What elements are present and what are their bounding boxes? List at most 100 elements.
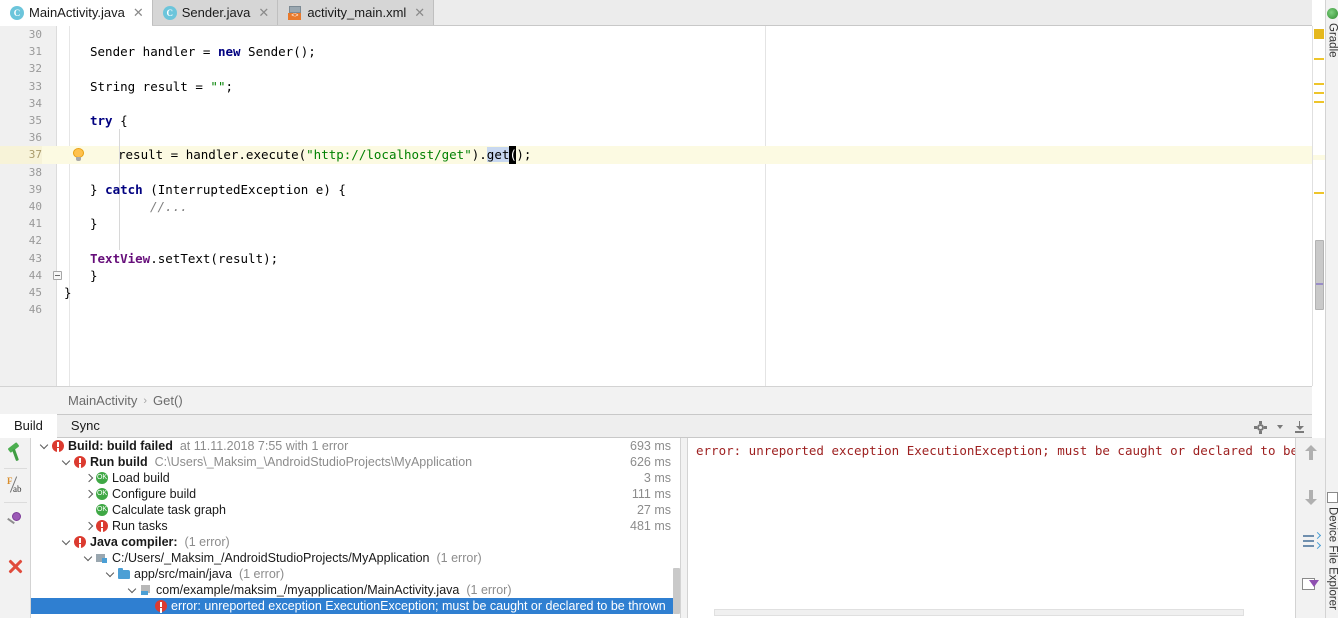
- tree-node-detail: at 11.11.2018 7:55 with 1 error: [179, 439, 349, 453]
- code-fold-marker-icon[interactable]: [53, 271, 62, 280]
- chevron-down-icon[interactable]: [1277, 425, 1283, 429]
- editor-tab-mainactivity-java[interactable]: C MainActivity.java ✕: [0, 0, 153, 26]
- warning-marker[interactable]: [1314, 192, 1324, 194]
- tab-build[interactable]: Build: [0, 414, 57, 438]
- build-action-rail: F ab: [0, 438, 31, 618]
- tree-node-label: app/src/main/java: [134, 567, 232, 581]
- line-number: 38: [28, 165, 42, 179]
- android-studio-window: C MainActivity.java ✕ C Sender.java ✕ <>…: [0, 0, 1338, 618]
- chevron-right-icon[interactable]: [83, 473, 94, 484]
- editor-tab-activity-main-xml[interactable]: <> activity_main.xml ✕: [278, 0, 435, 25]
- code-line-44: }: [90, 267, 98, 283]
- line-number: 44: [28, 268, 42, 282]
- warning-marker[interactable]: [1314, 58, 1324, 60]
- table-row[interactable]: OK Load build 3 ms: [31, 470, 679, 486]
- spacer-icon: [83, 505, 94, 516]
- scroll-down-button[interactable]: [1302, 488, 1320, 506]
- console-horizontal-scrollbar[interactable]: [714, 609, 1244, 616]
- scroll-up-button[interactable]: [1302, 444, 1320, 462]
- tree-scrollbar[interactable]: [673, 438, 680, 618]
- chevron-right-icon[interactable]: [83, 521, 94, 532]
- divider: [4, 468, 27, 469]
- table-row[interactable]: Run tasks 481 ms: [31, 518, 679, 534]
- console-error-message: error: unreported exception ExecutionExc…: [696, 443, 1295, 458]
- intention-bulb-icon[interactable]: [72, 148, 85, 162]
- error-icon: [96, 520, 108, 532]
- console-scrollbar-thumb[interactable]: [714, 609, 1244, 616]
- table-row[interactable]: Run build C:\Users\_Maksim_\AndroidStudi…: [31, 454, 679, 470]
- duration-label: 693 ms: [630, 439, 671, 453]
- editor-row: 36: [0, 129, 1312, 146]
- tab-sync[interactable]: Sync: [57, 414, 114, 438]
- soft-wrap-button[interactable]: [1302, 531, 1322, 550]
- close-icon[interactable]: ✕: [414, 6, 425, 19]
- warning-marker-icon[interactable]: [1314, 29, 1324, 39]
- table-row[interactable]: OK Configure build 111 ms: [31, 486, 679, 502]
- editor-row: 30: [0, 26, 1312, 43]
- table-row[interactable]: C:/Users/_Maksim_/AndroidStudioProjects/…: [31, 550, 679, 566]
- sidebar-item-gradle[interactable]: Gradle: [1326, 8, 1338, 58]
- tree-node-label: error: unreported exception ExecutionExc…: [171, 599, 666, 613]
- error-icon: [74, 456, 86, 468]
- table-row-selected[interactable]: error: unreported exception ExecutionExc…: [31, 598, 679, 614]
- table-row[interactable]: app/src/main/java (1 error): [31, 566, 679, 582]
- device-file-explorer-icon: [1327, 492, 1338, 503]
- table-row[interactable]: Build: build failed at 11.11.2018 7:55 w…: [31, 438, 679, 454]
- editor-tab-sender-java[interactable]: C Sender.java ✕: [152, 0, 279, 25]
- export-button[interactable]: [1302, 576, 1320, 594]
- build-output-tree[interactable]: Build: build failed at 11.11.2018 7:55 w…: [31, 438, 679, 618]
- breadcrumb[interactable]: MainActivity › Get(): [0, 386, 1312, 414]
- code-line-31: Sender handler = new Sender();: [90, 44, 316, 60]
- line-number: 46: [28, 303, 42, 317]
- breadcrumb-item-get[interactable]: Get(): [153, 393, 183, 408]
- chevron-down-icon[interactable]: [61, 457, 72, 468]
- vertical-splitter[interactable]: [680, 438, 688, 618]
- close-build-button[interactable]: [6, 557, 25, 576]
- editor-row: 38: [0, 164, 1312, 181]
- warning-marker[interactable]: [1314, 92, 1324, 94]
- pin-tab-button[interactable]: [6, 510, 25, 529]
- line-number: 41: [28, 217, 42, 231]
- tree-node-detail: C:\Users\_Maksim_\AndroidStudioProjects\…: [154, 455, 473, 469]
- tree-node-label: Configure build: [112, 487, 197, 501]
- warning-marker[interactable]: [1314, 101, 1324, 103]
- editor-row: 44: [0, 267, 1312, 284]
- build-toolwindow-header: Build Sync: [0, 414, 1312, 438]
- close-icon[interactable]: ✕: [258, 6, 269, 19]
- tree-node-label: com/example/maksim_/myapplication/MainAc…: [156, 583, 460, 597]
- chevron-down-icon[interactable]: [61, 537, 72, 548]
- editor-marker-bar[interactable]: [1312, 26, 1326, 386]
- toggle-soft-wrap-button[interactable]: F ab: [6, 476, 25, 495]
- breadcrumb-item-mainactivity[interactable]: MainActivity: [68, 393, 137, 408]
- gear-icon[interactable]: [1254, 420, 1267, 434]
- table-row[interactable]: com/example/maksim_/myapplication/MainAc…: [31, 582, 679, 598]
- chevron-down-icon[interactable]: [39, 441, 50, 452]
- close-icon[interactable]: ✕: [133, 6, 144, 19]
- code-line-43: TextView.setText(result);: [90, 250, 279, 266]
- chevron-down-icon[interactable]: [105, 569, 116, 580]
- chevron-right-icon: ›: [143, 394, 148, 407]
- code-editor[interactable]: 30 31 32 33 34 35 36 37 38 39 40 41 42 4…: [0, 26, 1312, 386]
- folder-icon: [118, 568, 130, 580]
- ok-icon: OK: [96, 504, 108, 516]
- duration-label: 481 ms: [630, 519, 671, 533]
- tree-scrollbar-thumb[interactable]: [673, 568, 680, 614]
- sidebar-item-device-file-explorer[interactable]: Device File Explorer: [1326, 492, 1338, 610]
- editor-row: 35: [0, 112, 1312, 129]
- table-row[interactable]: Java compiler: (1 error): [31, 534, 679, 550]
- rerun-build-button[interactable]: [6, 442, 25, 463]
- editor-scrollbar-thumb[interactable]: [1315, 240, 1324, 310]
- line-number: 31: [28, 45, 42, 59]
- table-row[interactable]: OK Calculate task graph 27 ms: [31, 502, 679, 518]
- warning-marker[interactable]: [1314, 83, 1324, 85]
- hide-window-icon[interactable]: [1293, 420, 1306, 434]
- build-console[interactable]: error: unreported exception ExecutionExc…: [688, 438, 1295, 618]
- code-line-33: String result = "";: [90, 78, 234, 94]
- duration-label: 3 ms: [643, 471, 671, 485]
- android-layout-xml-icon: <>: [288, 5, 302, 20]
- editor-row: 42: [0, 232, 1312, 249]
- chevron-down-icon[interactable]: [127, 585, 138, 596]
- chevron-right-icon[interactable]: [83, 489, 94, 500]
- java-class-icon: C: [10, 5, 24, 20]
- chevron-down-icon[interactable]: [83, 553, 94, 564]
